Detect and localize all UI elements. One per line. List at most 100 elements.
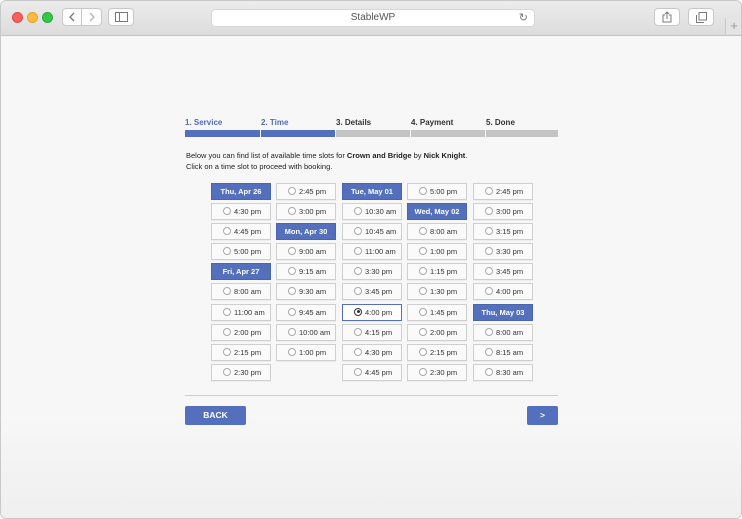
radio-icon[interactable]: [223, 207, 231, 216]
time-slot-button[interactable]: 1:00 pm: [276, 343, 336, 361]
time-slot-button[interactable]: 8:00 am: [407, 223, 467, 241]
radio-icon[interactable]: [419, 227, 427, 236]
radio-icon[interactable]: [354, 347, 362, 356]
time-slot-button[interactable]: 3:30 pm: [473, 243, 533, 261]
radio-icon[interactable]: [419, 327, 427, 336]
radio-icon[interactable]: [354, 367, 362, 376]
time-slot-button[interactable]: 8:00 am: [211, 283, 271, 301]
radio-icon[interactable]: [223, 227, 231, 236]
radio-icon[interactable]: [419, 187, 427, 195]
time-slot-button[interactable]: 3:45 pm: [473, 263, 533, 281]
time-slot-button[interactable]: 9:15 am: [276, 263, 336, 281]
radio-icon[interactable]: [223, 327, 231, 336]
radio-icon[interactable]: [485, 207, 493, 216]
next-button[interactable]: >: [527, 406, 558, 425]
radio-icon[interactable]: [419, 367, 427, 376]
radio-icon[interactable]: [223, 307, 231, 316]
time-slot-button[interactable]: 4:00 pm: [342, 303, 402, 321]
time-slot-button[interactable]: 8:30 am: [473, 363, 533, 381]
time-slot-button[interactable]: 4:00 pm: [473, 283, 533, 301]
radio-icon[interactable]: [288, 247, 296, 256]
radio-icon[interactable]: [354, 287, 362, 296]
time-slot-button[interactable]: 2:00 pm: [211, 323, 271, 341]
time-slot-button[interactable]: 9:00 am: [276, 243, 336, 261]
sidebar-button[interactable]: [108, 8, 134, 26]
radio-icon[interactable]: [354, 267, 362, 276]
share-button[interactable]: [654, 8, 680, 26]
radio-icon[interactable]: [354, 227, 362, 236]
radio-icon[interactable]: [485, 287, 493, 296]
radio-icon[interactable]: [485, 187, 493, 195]
time-slot-button[interactable]: 2:30 pm: [407, 363, 467, 381]
time-slot-button[interactable]: 1:45 pm: [407, 303, 467, 321]
radio-icon[interactable]: [223, 287, 231, 296]
time-slot-button[interactable]: 8:15 am: [473, 343, 533, 361]
time-slot-button[interactable]: 5:00 pm: [407, 183, 467, 200]
radio-icon[interactable]: [419, 347, 427, 356]
forward-nav-button[interactable]: [82, 8, 102, 26]
radio-icon[interactable]: [354, 307, 362, 316]
radio-icon[interactable]: [485, 247, 493, 256]
time-slot-button[interactable]: 2:15 pm: [407, 343, 467, 361]
time-slot-button[interactable]: 1:15 pm: [407, 263, 467, 281]
radio-icon[interactable]: [419, 247, 427, 256]
time-slot-button[interactable]: 3:00 pm: [276, 203, 336, 221]
radio-icon[interactable]: [288, 207, 296, 216]
close-window-button[interactable]: [12, 12, 23, 23]
radio-icon[interactable]: [485, 267, 493, 276]
time-slot-button[interactable]: 1:00 pm: [407, 243, 467, 261]
radio-icon[interactable]: [419, 307, 427, 316]
radio-icon[interactable]: [485, 327, 493, 336]
time-slot-button[interactable]: 4:45 pm: [342, 363, 402, 381]
new-tab-button[interactable]: +: [725, 18, 741, 34]
time-slot-button[interactable]: 2:00 pm: [407, 323, 467, 341]
radio-icon[interactable]: [485, 367, 493, 376]
radio-icon[interactable]: [223, 367, 231, 376]
time-slot-button[interactable]: 3:00 pm: [473, 203, 533, 221]
radio-icon[interactable]: [419, 267, 427, 276]
back-nav-button[interactable]: [62, 8, 82, 26]
time-slot-button[interactable]: 4:30 pm: [211, 203, 271, 221]
time-slot-button[interactable]: 11:00 am: [342, 243, 402, 261]
radio-icon[interactable]: [288, 267, 296, 276]
radio-icon[interactable]: [288, 347, 296, 356]
time-slot-button[interactable]: 9:45 am: [276, 303, 336, 321]
time-slot-button[interactable]: 1:30 pm: [407, 283, 467, 301]
time-slot-button[interactable]: 2:45 pm: [276, 183, 336, 200]
radio-icon[interactable]: [223, 347, 231, 356]
radio-icon[interactable]: [485, 227, 493, 236]
back-button[interactable]: BACK: [185, 406, 246, 425]
radio-icon[interactable]: [288, 327, 296, 336]
time-slot-button[interactable]: 4:30 pm: [342, 343, 402, 361]
radio-icon[interactable]: [485, 347, 493, 356]
time-slot-button[interactable]: 11:00 am: [211, 303, 271, 321]
minimize-window-button[interactable]: [27, 12, 38, 23]
time-slot-button[interactable]: 10:45 am: [342, 223, 402, 241]
time-slot-button[interactable]: 3:45 pm: [342, 283, 402, 301]
reload-icon[interactable]: ↻: [519, 10, 528, 26]
radio-icon[interactable]: [419, 287, 427, 296]
time-slot-button[interactable]: 2:15 pm: [211, 343, 271, 361]
radio-icon[interactable]: [288, 187, 296, 195]
time-slot-button[interactable]: 2:45 pm: [473, 183, 533, 200]
radio-icon[interactable]: [288, 287, 296, 296]
tabs-button[interactable]: [688, 8, 714, 26]
radio-icon[interactable]: [354, 247, 362, 256]
time-slot-button[interactable]: 3:30 pm: [342, 263, 402, 281]
radio-icon[interactable]: [354, 207, 362, 216]
time-slot-button[interactable]: 10:00 am: [276, 323, 336, 341]
time-slot-button[interactable]: 4:15 pm: [342, 323, 402, 341]
time-slot-button[interactable]: 9:30 am: [276, 283, 336, 301]
time-slot-button[interactable]: 3:15 pm: [473, 223, 533, 241]
time-slot-button[interactable]: 10:30 am: [342, 203, 402, 221]
radio-icon[interactable]: [288, 307, 296, 316]
time-slot-button[interactable]: 2:30 pm: [211, 363, 271, 381]
radio-icon[interactable]: [223, 247, 231, 256]
time-slot-button[interactable]: 5:00 pm: [211, 243, 271, 261]
radio-icon[interactable]: [354, 327, 362, 336]
time-slot-button[interactable]: 8:00 am: [473, 323, 533, 341]
time-slot-label: 2:30 pm: [234, 367, 262, 377]
zoom-window-button[interactable]: [42, 12, 53, 23]
address-bar[interactable]: StableWP ↻: [211, 9, 535, 27]
time-slot-button[interactable]: 4:45 pm: [211, 223, 271, 241]
